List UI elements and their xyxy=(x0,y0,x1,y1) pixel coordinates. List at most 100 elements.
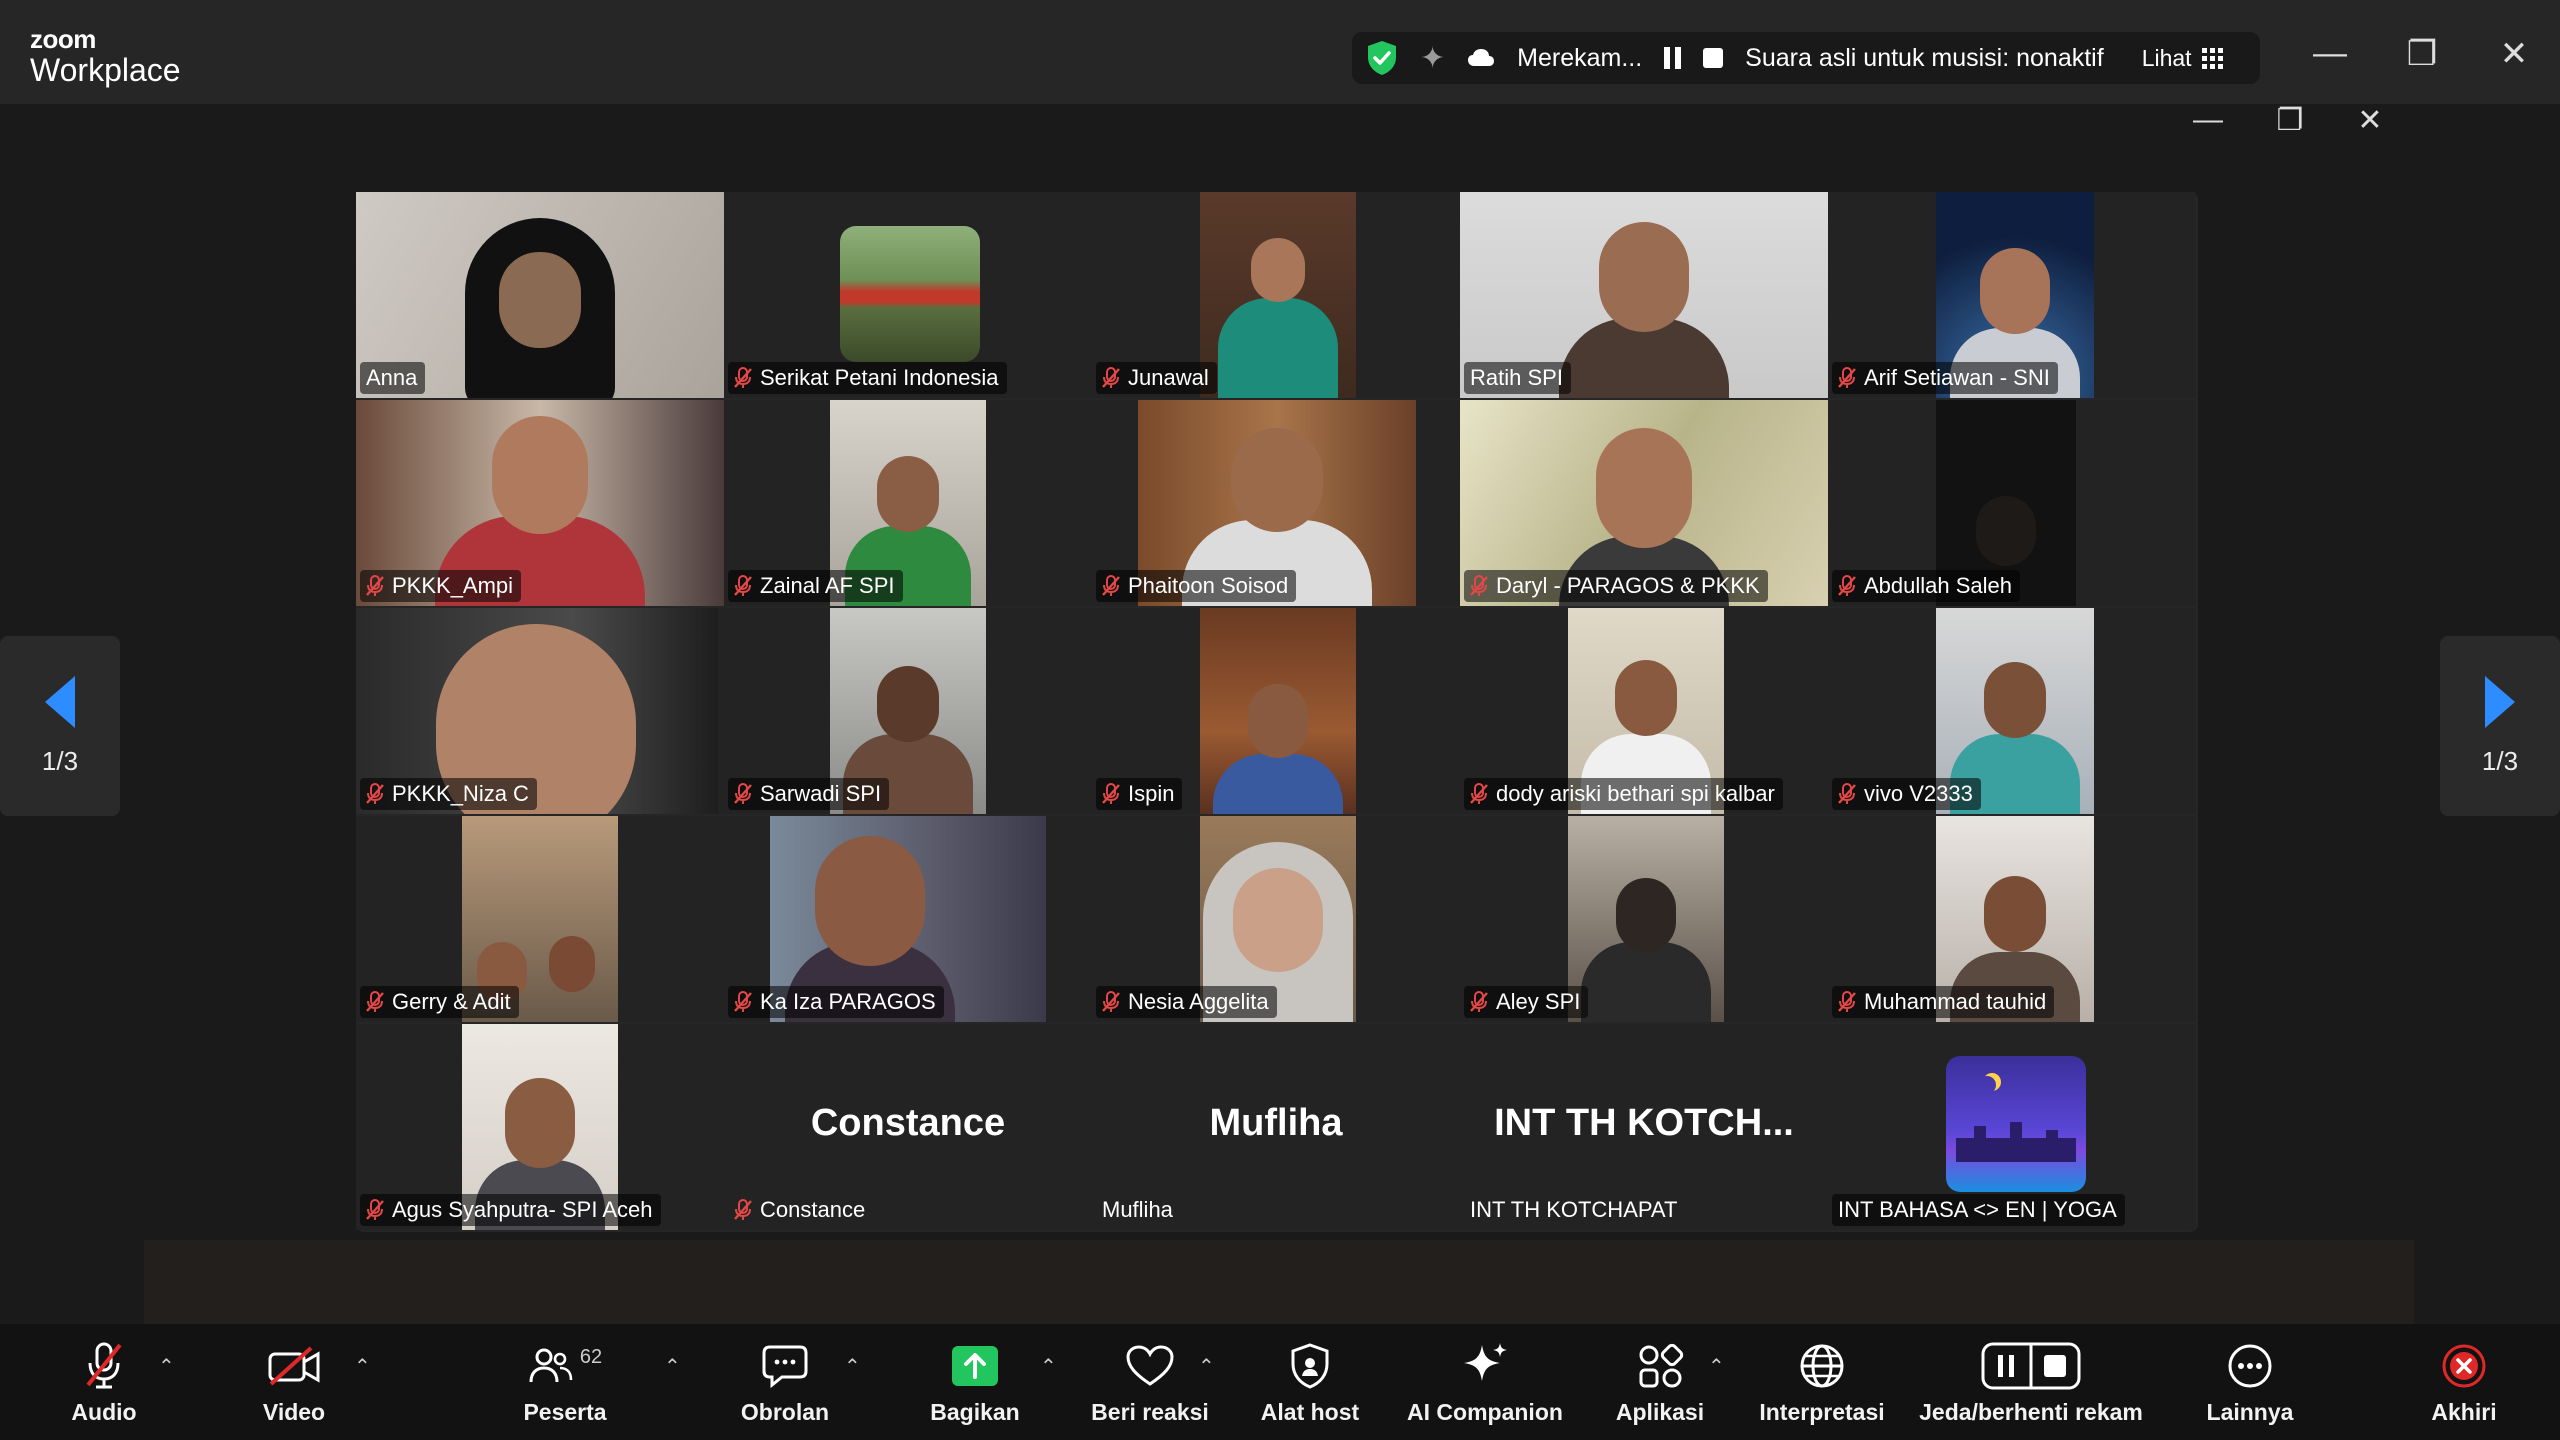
pause-stop-record-label: Jeda/berhenti rekam xyxy=(1919,1398,2143,1425)
chat-options-chevron-up-icon[interactable]: ⌃ xyxy=(844,1354,861,1379)
participants-button[interactable]: 62 Peserta xyxy=(510,1324,620,1440)
minimize-icon[interactable]: — xyxy=(2310,34,2350,73)
apps-options-chevron-up-icon[interactable]: ⌃ xyxy=(1708,1354,1725,1379)
muted-mic-icon xyxy=(1470,575,1488,596)
prev-page-button[interactable]: 1/3 xyxy=(0,636,120,816)
participant-face xyxy=(499,252,581,348)
close-icon[interactable]: ✕ xyxy=(2494,34,2534,74)
audio-options-chevron-up-icon[interactable]: ⌃ xyxy=(158,1354,175,1379)
video-tile-abdullah[interactable]: Abdullah Saleh xyxy=(1828,400,2196,606)
participants-options-chevron-up-icon[interactable]: ⌃ xyxy=(664,1354,681,1379)
participant-name-tag: vivo V2333 xyxy=(1832,778,1981,810)
host-tools-button[interactable]: Alat host xyxy=(1252,1324,1368,1440)
original-sound-status[interactable]: Suara asli untuk musisi: nonaktif xyxy=(1745,44,2104,73)
audio-button[interactable]: Audio xyxy=(56,1324,152,1440)
video-tile-phaitoon[interactable]: Phaitoon Soisod xyxy=(1092,400,1460,606)
participant-name-tag: Anna xyxy=(360,362,426,394)
video-tile-int-th-kotchapat[interactable]: INT TH KOTCH... INT TH KOTCHAPAT xyxy=(1460,1024,1828,1230)
interpretation-button[interactable]: Interpretasi xyxy=(1752,1324,1892,1440)
pause-stop-record-button[interactable]: Jeda/berhenti rekam xyxy=(1914,1324,2148,1440)
muted-mic-icon xyxy=(1838,575,1856,596)
react-options-chevron-up-icon[interactable]: ⌃ xyxy=(1198,1354,1215,1379)
grid-view-icon[interactable] xyxy=(2201,47,2223,69)
participant-name: Gerry & Adit xyxy=(392,989,511,1014)
react-label: Beri reaksi xyxy=(1091,1398,1209,1425)
react-button[interactable]: Beri reaksi xyxy=(1090,1324,1210,1440)
ai-companion-button[interactable]: AI Companion xyxy=(1402,1324,1568,1440)
muted-mic-icon xyxy=(1102,575,1120,596)
participant-name: Abdullah Saleh xyxy=(1864,573,2013,598)
restore-icon[interactable]: ❐ xyxy=(2402,34,2442,74)
participant-name-tag: Serikat Petani Indonesia xyxy=(728,362,1007,394)
chat-icon xyxy=(762,1345,808,1388)
encryption-shield-icon[interactable] xyxy=(1366,40,1398,76)
muted-mic-icon xyxy=(734,575,752,596)
avatar-photo xyxy=(840,226,980,362)
video-tile-pkkk-ampi[interactable]: PKKK_Ampi xyxy=(356,400,724,606)
participant-name-tag: Ka Iza PARAGOS xyxy=(728,986,944,1018)
recording-status[interactable]: Merekam... xyxy=(1517,44,1642,73)
view-button[interactable]: Lihat xyxy=(2142,45,2192,72)
video-tile-nesia[interactable]: Nesia Aggelita xyxy=(1092,816,1460,1022)
participant-name-tag: INT BAHASA <> EN | YOGA xyxy=(1832,1194,2125,1226)
muted-mic-icon xyxy=(734,1199,752,1220)
participant-face xyxy=(1984,662,2046,738)
video-tile-anna[interactable]: Anna xyxy=(356,192,724,398)
video-tile-sarwadi[interactable]: Sarwadi SPI xyxy=(724,608,1092,814)
apps-label: Aplikasi xyxy=(1615,1398,1705,1425)
video-tile-ispin[interactable]: Ispin xyxy=(1092,608,1460,814)
participant-name-tag: INT TH KOTCHAPAT xyxy=(1464,1194,1685,1226)
participant-face xyxy=(1251,238,1305,302)
video-tile-arif[interactable]: Arif Setiawan - SNI xyxy=(1828,192,2196,398)
muted-mic-icon xyxy=(1102,783,1120,804)
video-tile-vivo[interactable]: vivo V2333 xyxy=(1828,608,2196,814)
more-button[interactable]: Lainnya xyxy=(2200,1324,2300,1440)
video-tile-ka-iza[interactable]: Ka Iza PARAGOS xyxy=(724,816,1092,1022)
ai-sparkle-icon[interactable]: ✦ xyxy=(1420,41,1445,76)
video-tile-constance[interactable]: Constance Constance xyxy=(724,1024,1092,1230)
share-options-chevron-up-icon[interactable]: ⌃ xyxy=(1040,1354,1057,1379)
video-tile-serikat-petani[interactable]: Serikat Petani Indonesia xyxy=(724,192,1092,398)
participants-label: Peserta xyxy=(523,1398,607,1425)
video-tile-zainal[interactable]: Zainal AF SPI xyxy=(724,400,1092,606)
pause-record-icon[interactable] xyxy=(1664,47,1682,69)
next-page-button[interactable]: 1/3 xyxy=(2440,636,2560,816)
meeting-close-icon[interactable]: ✕ xyxy=(2350,103,2390,138)
video-tile-gerry-adit[interactable]: Gerry & Adit xyxy=(356,816,724,1022)
participant-name: Mufliha xyxy=(1102,1197,1173,1222)
chat-button[interactable]: Obrolan xyxy=(730,1324,840,1440)
participant-body xyxy=(1218,298,1338,398)
participant-name: Phaitoon Soisod xyxy=(1128,573,1289,598)
video-tile-daryl[interactable]: Daryl - PARAGOS & PKKK xyxy=(1460,400,1828,606)
video-tile-mufliha[interactable]: Mufliha Mufliha xyxy=(1092,1024,1460,1230)
video-options-chevron-up-icon[interactable]: ⌃ xyxy=(354,1354,371,1379)
video-tile-aley[interactable]: Aley SPI xyxy=(1460,816,1828,1022)
video-tile-junawal[interactable]: Junawal xyxy=(1092,192,1460,398)
interpretation-label: Interpretasi xyxy=(1759,1398,1885,1425)
video-tile-ratih[interactable]: Ratih SPI xyxy=(1460,192,1828,398)
recording-bar: ✦ Merekam... Suara asli untuk musisi: no… xyxy=(1352,32,2260,84)
meeting-minimize-icon[interactable]: — xyxy=(2188,103,2228,137)
logo-bottom: Workplace xyxy=(30,52,181,88)
meeting-toolbar: Audio ⌃ Video ⌃ 62 Peserta ⌃ Obrolan ⌃ B… xyxy=(0,1324,2560,1440)
audio-label: Audio xyxy=(71,1398,137,1425)
meeting-restore-icon[interactable]: ❐ xyxy=(2270,103,2310,138)
participant-name-tag: Constance xyxy=(728,1194,873,1226)
video-button[interactable]: Video xyxy=(246,1324,342,1440)
participant-name-tag: Abdullah Saleh xyxy=(1832,570,2021,602)
participant-face xyxy=(1231,428,1323,532)
video-tile-agus[interactable]: Agus Syahputra- SPI Aceh xyxy=(356,1024,724,1230)
participant-name: Aley SPI xyxy=(1496,989,1581,1014)
participant-face xyxy=(1615,660,1677,736)
muted-mic-icon xyxy=(1838,783,1856,804)
stop-record-icon[interactable] xyxy=(1703,48,1724,68)
video-tile-int-bahasa[interactable]: INT BAHASA <> EN | YOGA xyxy=(1828,1024,2196,1230)
host-shield-icon xyxy=(1291,1342,1329,1389)
share-button[interactable]: Bagikan xyxy=(922,1324,1028,1440)
video-tile-muhammad[interactable]: Muhammad tauhid xyxy=(1828,816,2196,1022)
muted-mic-icon xyxy=(1470,783,1488,804)
video-tile-dody[interactable]: dody ariski bethari spi kalbar xyxy=(1460,608,1828,814)
end-meeting-button[interactable]: Akhiri xyxy=(2414,1324,2514,1440)
video-tile-pkkk-niza[interactable]: PKKK_Niza C xyxy=(356,608,724,814)
apps-button[interactable]: Aplikasi xyxy=(1610,1324,1710,1440)
